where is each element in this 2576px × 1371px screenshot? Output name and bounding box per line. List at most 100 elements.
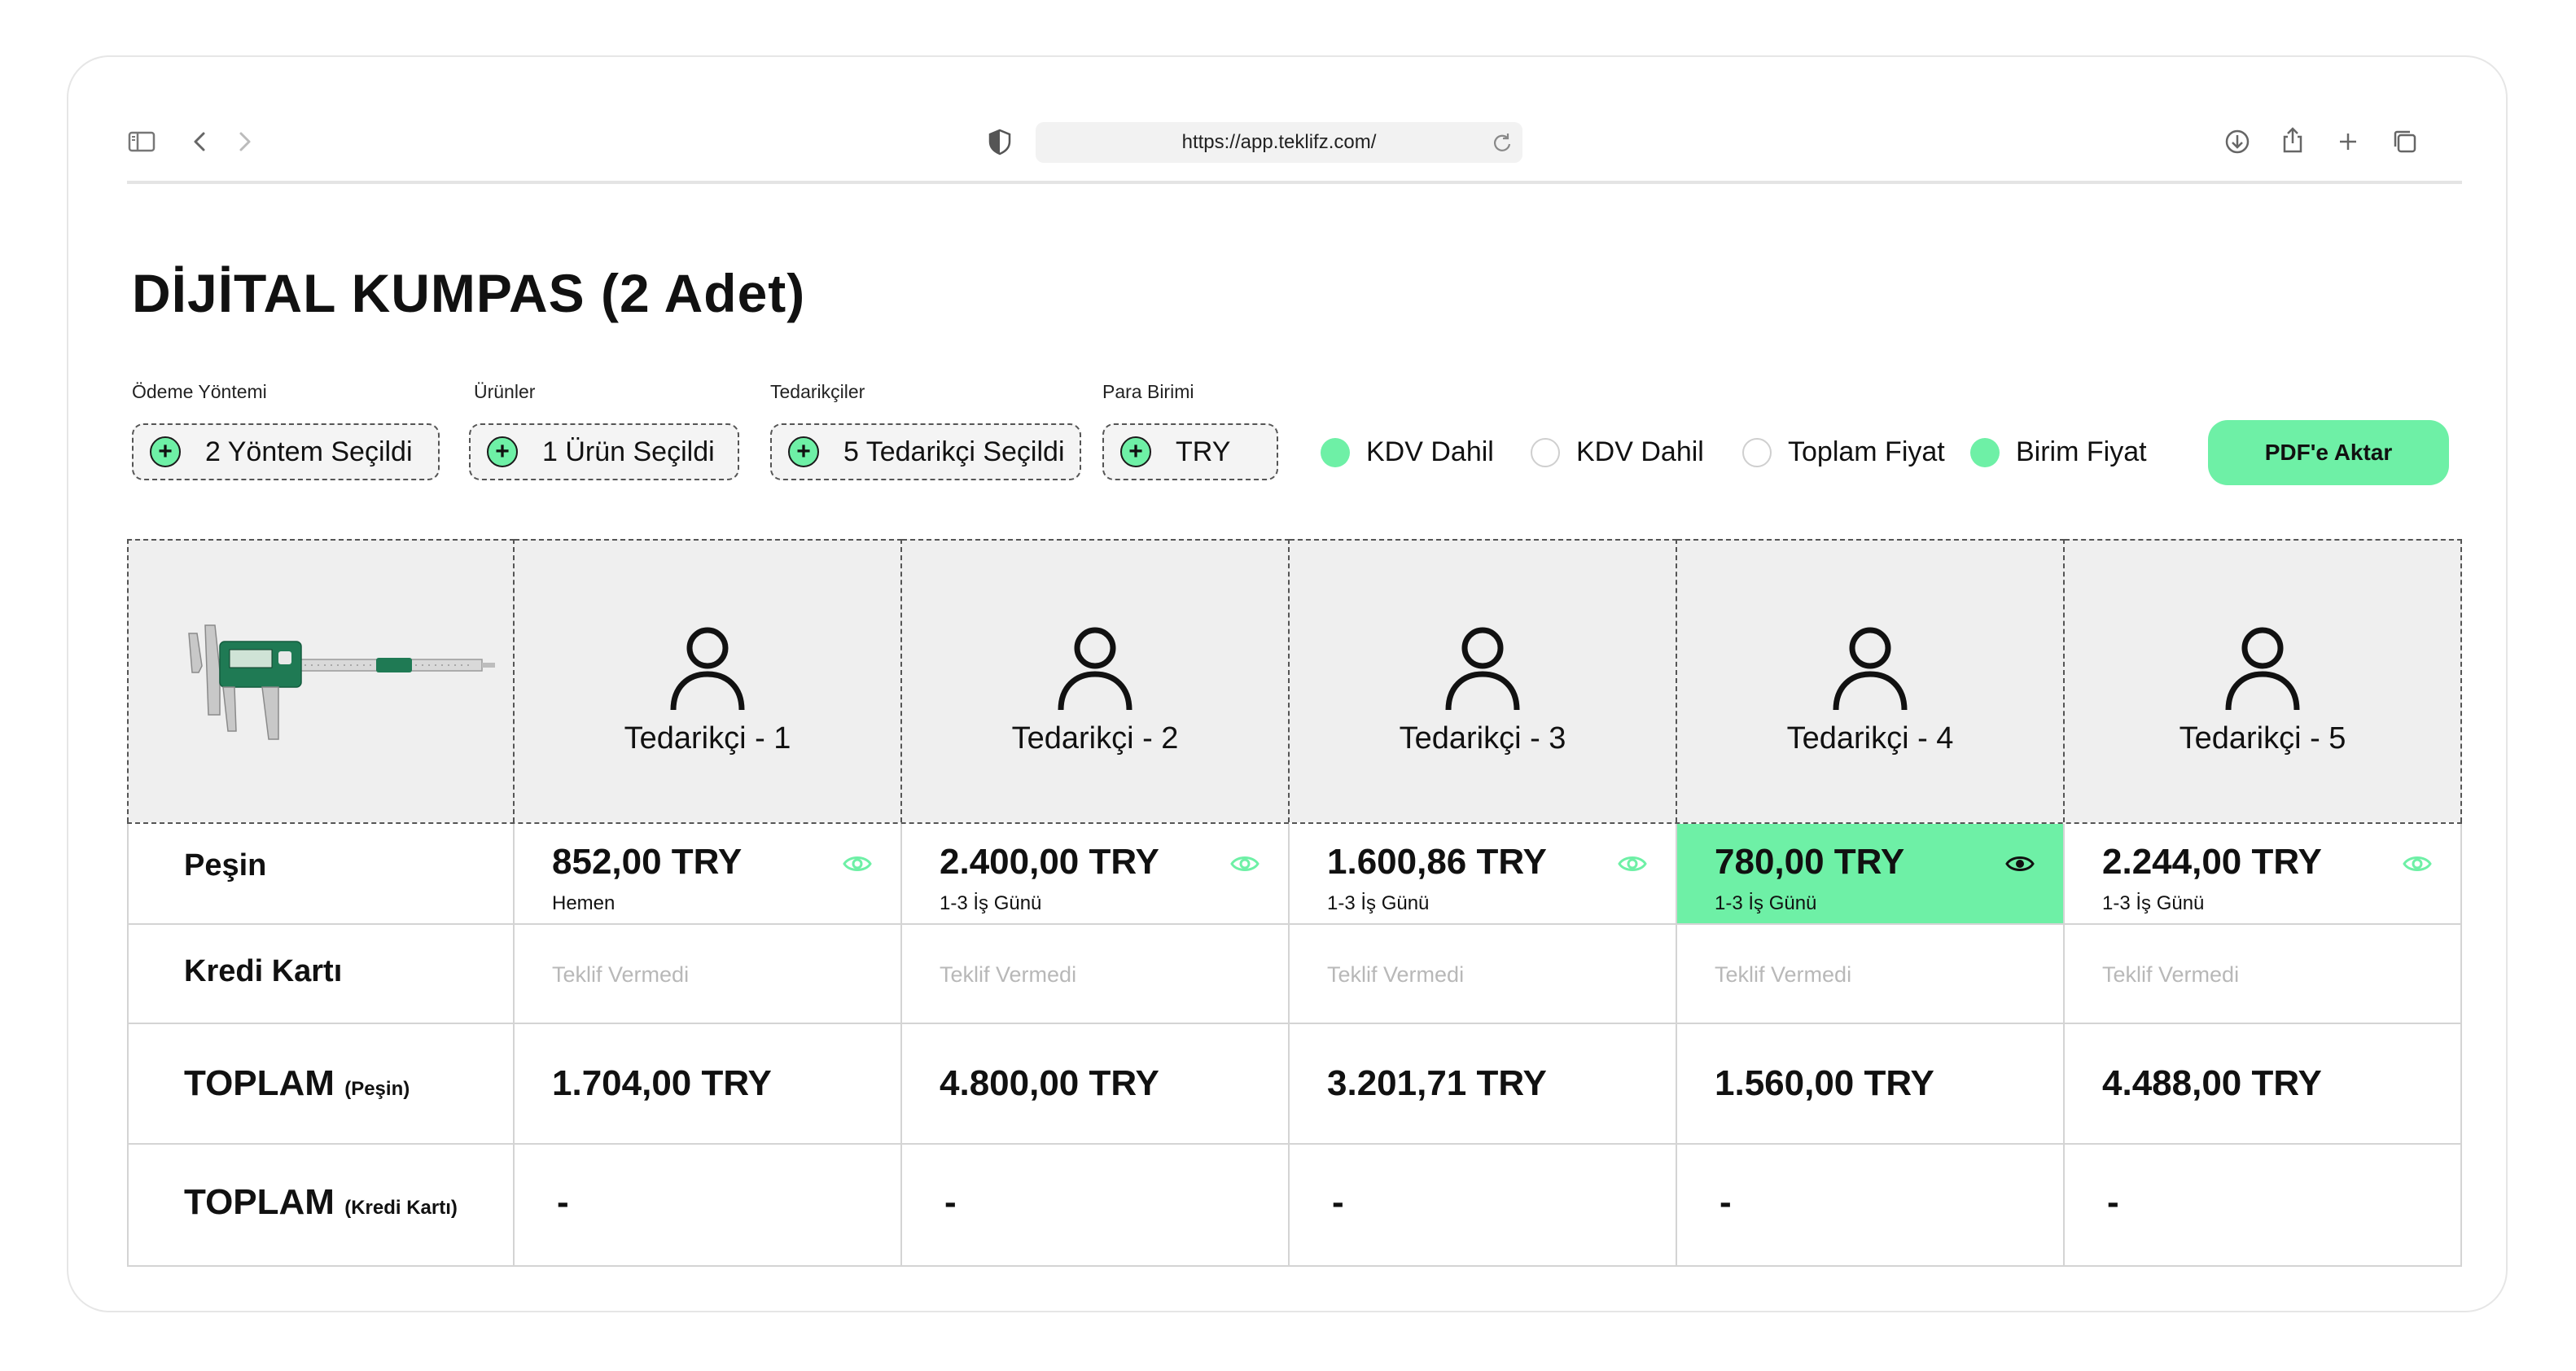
payment-method-select[interactable]: + 2 Yöntem Seçildi: [132, 423, 440, 480]
payment-method-value: 2 Yöntem Seçildi: [205, 436, 413, 467]
offer-price: 2.400,00 TRY: [940, 842, 1159, 882]
share-icon[interactable]: [2276, 124, 2309, 156]
supplier-name: Tedarikçi - 4: [1786, 721, 1954, 756]
offer-cell[interactable]: 852,00 TRY Hemen: [515, 824, 902, 925]
credit-card-row-label: Kredi Kartı: [184, 954, 343, 988]
new-tab-icon[interactable]: [2332, 125, 2364, 158]
delivery-time: 1-3 İş Günü: [1327, 892, 1430, 914]
forward-icon[interactable]: [228, 125, 261, 158]
suppliers-filter-label: Tedarikçiler: [770, 381, 865, 402]
comparison-table: Tedarikçi - 1 Tedarikçi - 2 Tedarikçi - …: [127, 539, 2462, 1273]
delivery-time: Hemen: [552, 892, 616, 914]
total-cell: 1.560,00 TRY: [1677, 1024, 2065, 1145]
supplier-header-5: Tedarikçi - 5: [2065, 539, 2462, 822]
offer-cell: Teklif Vermedi: [902, 925, 1290, 1024]
offer-price: 2.244,00 TRY: [2102, 842, 2322, 882]
no-offer-text: Teklif Vermedi: [552, 962, 690, 987]
total-cash-row-label: TOPLAM (Peşin): [184, 1063, 410, 1104]
total-value: 4.800,00 TRY: [940, 1063, 1159, 1103]
total-value: -: [944, 1182, 957, 1222]
eye-icon[interactable]: [1617, 848, 1648, 879]
eye-icon[interactable]: [2004, 848, 2035, 879]
radio-dot: [1970, 437, 2000, 467]
radio-dot: [1531, 437, 1560, 467]
offer-cell[interactable]: 2.244,00 TRY 1-3 İş Günü: [2065, 824, 2462, 925]
total-value: 1.560,00 TRY: [1715, 1063, 1934, 1103]
supplier-name: Tedarikçi - 1: [624, 721, 791, 756]
delivery-time: 1-3 İş Günü: [2102, 892, 2205, 914]
offer-cell-best[interactable]: 780,00 TRY 1-3 İş Günü: [1677, 824, 2065, 925]
product-image-cell: [127, 539, 515, 822]
toolbar-divider: [127, 181, 2462, 184]
delivery-time: 1-3 İş Günü: [940, 892, 1042, 914]
suppliers-select[interactable]: + 5 Tedarikçi Seçildi: [770, 423, 1081, 480]
cash-row-label: Peşin: [184, 848, 267, 883]
total-price-toggle[interactable]: Toplam Fiyat: [1742, 436, 1945, 468]
supplier-header-2: Tedarikçi - 2: [902, 539, 1290, 822]
row-label-cell: TOPLAM (Kredi Kartı): [127, 1145, 515, 1265]
products-select[interactable]: + 1 Ürün Seçildi: [469, 423, 739, 480]
total-sub-label: (Peşin): [344, 1078, 410, 1100]
offer-price: 1.600,86 TRY: [1327, 842, 1547, 882]
export-pdf-button[interactable]: PDF'e Aktar: [2208, 420, 2449, 485]
plus-icon: +: [1120, 436, 1151, 467]
total-card-row: TOPLAM (Kredi Kartı) - - - - -: [127, 1143, 2462, 1267]
back-icon[interactable]: [184, 125, 217, 158]
offer-price: 852,00 TRY: [552, 842, 743, 882]
vat-included-toggle-2[interactable]: KDV Dahil: [1531, 436, 1704, 468]
total-cell: 1.704,00 TRY: [515, 1024, 902, 1145]
credit-card-row: Kredi Kartı Teklif Vermedi Teklif Vermed…: [127, 923, 2462, 1024]
total-label: TOPLAM: [184, 1063, 335, 1103]
payment-filter-label: Ödeme Yöntemi: [132, 381, 267, 402]
offer-cell: Teklif Vermedi: [1677, 925, 2065, 1024]
digital-caliper-image: [188, 624, 495, 740]
total-value: -: [1720, 1182, 1732, 1222]
total-cell: -: [1290, 1145, 1677, 1265]
eye-icon[interactable]: [842, 848, 873, 879]
sidebar-toggle-icon[interactable]: [125, 125, 158, 158]
no-offer-text: Teklif Vermedi: [1715, 962, 1852, 987]
plus-icon: +: [150, 436, 181, 467]
no-offer-text: Teklif Vermedi: [1327, 962, 1465, 987]
eye-icon[interactable]: [2402, 848, 2433, 879]
supplier-header-3: Tedarikçi - 3: [1290, 539, 1677, 822]
unit-price-toggle[interactable]: Birim Fiyat: [1970, 436, 2147, 468]
total-cell: 3.201,71 TRY: [1290, 1024, 1677, 1145]
total-value: -: [1332, 1182, 1344, 1222]
tabs-overview-icon[interactable]: [2389, 125, 2421, 158]
currency-select[interactable]: + TRY: [1102, 423, 1278, 480]
address-bar[interactable]: https://app.teklifz.com/: [1036, 122, 1522, 163]
total-cell: -: [902, 1145, 1290, 1265]
currency-value: TRY: [1176, 436, 1231, 467]
total-cell: 4.800,00 TRY: [902, 1024, 1290, 1145]
suppliers-value: 5 Tedarikçi Seçildi: [843, 436, 1065, 467]
total-price-label: Toplam Fiyat: [1788, 436, 1945, 467]
total-label: TOPLAM: [184, 1182, 335, 1222]
download-icon[interactable]: [2221, 125, 2254, 158]
eye-icon[interactable]: [1229, 848, 1260, 879]
supplier-name: Tedarikçi - 5: [2179, 721, 2346, 756]
total-cell: -: [515, 1145, 902, 1265]
total-cell: -: [1677, 1145, 2065, 1265]
offer-cell[interactable]: 1.600,86 TRY 1-3 İş Günü: [1290, 824, 1677, 925]
row-label-cell: TOPLAM (Peşin): [127, 1024, 515, 1145]
vat-included-toggle[interactable]: KDV Dahil: [1321, 436, 1494, 468]
cash-row: Peşin 852,00 TRY Hemen 2.400,00 TRY 1-3 …: [127, 822, 2462, 925]
total-sub-label: (Kredi Kartı): [344, 1197, 458, 1219]
total-card-row-label: TOPLAM (Kredi Kartı): [184, 1182, 458, 1223]
supplier-header-1: Tedarikçi - 1: [515, 539, 902, 822]
shield-icon[interactable]: [984, 125, 1016, 158]
total-value: 1.704,00 TRY: [552, 1063, 772, 1103]
delivery-time: 1-3 İş Günü: [1715, 892, 1817, 914]
products-value: 1 Ürün Seçildi: [542, 436, 715, 467]
reload-icon[interactable]: [1490, 130, 1514, 155]
supplier-name: Tedarikçi - 3: [1399, 721, 1566, 756]
no-offer-text: Teklif Vermedi: [940, 962, 1077, 987]
radio-dot: [1742, 437, 1772, 467]
vat-included-label: KDV Dahil: [1366, 436, 1494, 467]
user-icon: [2225, 627, 2300, 711]
plus-icon: +: [788, 436, 819, 467]
total-cell: 4.488,00 TRY: [2065, 1024, 2462, 1145]
currency-filter-label: Para Birimi: [1102, 381, 1194, 402]
offer-cell[interactable]: 2.400,00 TRY 1-3 İş Günü: [902, 824, 1290, 925]
